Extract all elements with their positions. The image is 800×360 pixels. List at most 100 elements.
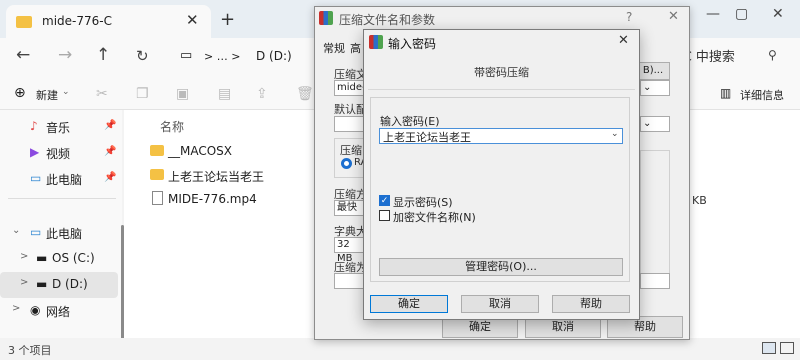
dictionary-select[interactable]: 32 MB: [334, 237, 366, 264]
item-count: 3 个项目: [8, 344, 52, 357]
size-unit: KB: [692, 194, 707, 207]
new-tab-icon[interactable]: +: [220, 9, 235, 30]
delete-icon[interactable]: 🗑: [296, 86, 314, 102]
details-icon[interactable]: ▥: [720, 86, 731, 100]
file-name: MIDE-776.mp4: [168, 192, 257, 206]
up-icon[interactable]: ↑: [96, 45, 110, 65]
tab-title: mide-776-C: [42, 14, 112, 28]
minimize-icon[interactable]: —: [706, 6, 720, 22]
folder-icon: [150, 169, 164, 180]
ok-button[interactable]: 确定: [370, 295, 448, 313]
split-input[interactable]: [334, 273, 366, 289]
sidebar-item-this-pc[interactable]: ⌄ ▭ 此电脑: [0, 220, 118, 246]
drive-icon: ▬: [36, 251, 48, 265]
address-bar[interactable]: ▭ > … > D (D:): [168, 44, 318, 72]
chevron-down-icon[interactable]: ⌄: [611, 129, 619, 139]
options-group: [640, 150, 670, 276]
sidebar-item-label: OS (C:): [52, 251, 95, 265]
pc-icon: ▭: [180, 48, 193, 63]
copy-icon[interactable]: ❐: [136, 86, 149, 102]
sidebar-item-music[interactable]: ♪ 音乐 📌: [0, 114, 118, 140]
column-header-name[interactable]: 名称: [160, 118, 184, 135]
rename-icon[interactable]: ▤: [218, 86, 231, 102]
status-bar: [0, 338, 800, 360]
method-select[interactable]: 最快: [334, 200, 366, 216]
close-icon[interactable]: ✕: [618, 33, 629, 48]
details-view-icon[interactable]: [762, 342, 776, 354]
format-label: 压缩: [340, 144, 362, 157]
chevron-right-icon[interactable]: >: [20, 277, 28, 288]
pin-icon: 📌: [104, 120, 117, 131]
chevron-down-icon[interactable]: ⌄: [12, 225, 20, 236]
list-item[interactable]: __MACOSX: [148, 140, 318, 164]
password-dialog-subtitle: 带密码压缩: [474, 66, 529, 79]
folder-icon: [16, 16, 32, 28]
share-icon[interactable]: ⇪: [256, 86, 268, 102]
sidebar-item-network[interactable]: > ◉ 网络: [0, 298, 118, 324]
sidebar-divider: [8, 198, 116, 199]
address-text: D (D:): [256, 49, 292, 63]
encrypt-names-checkbox[interactable]: [379, 210, 390, 221]
encrypt-names-label[interactable]: 加密文件名称(N): [393, 209, 476, 225]
password-dialog-title: 输入密码: [388, 37, 437, 51]
tab-general[interactable]: 常规: [323, 40, 345, 56]
music-icon: ♪: [30, 119, 38, 133]
new-button[interactable]: 新建: [36, 87, 58, 103]
search-icon[interactable]: ⚲: [768, 48, 777, 62]
winrar-icon: [319, 11, 333, 25]
network-icon: ◉: [30, 303, 41, 317]
sidebar-item-label: 此电脑: [46, 227, 83, 241]
browse-button[interactable]: B)...: [636, 62, 670, 80]
divider: [368, 89, 635, 90]
sidebar-item-videos[interactable]: ▶ 视频 📌: [0, 140, 118, 166]
pc-icon: ▭: [30, 225, 42, 239]
maximize-icon[interactable]: ▢: [735, 6, 748, 22]
pin-icon: 📌: [104, 172, 117, 183]
window-close-icon[interactable]: ✕: [772, 6, 784, 22]
cut-icon[interactable]: ✂: [96, 86, 108, 102]
tab-advanced[interactable]: 高: [350, 40, 361, 56]
forward-icon[interactable]: →: [58, 45, 72, 65]
sidebar-item-label: 此电脑: [46, 173, 83, 187]
back-icon[interactable]: ←: [16, 45, 30, 65]
help-icon[interactable]: ?: [626, 10, 632, 24]
tiles-view-icon[interactable]: [780, 342, 794, 354]
update-mode-select[interactable]: ⌄: [640, 80, 670, 96]
chevron-right-icon[interactable]: >: [12, 303, 20, 314]
paste-icon[interactable]: ▣: [176, 86, 189, 102]
update-select[interactable]: ⌄: [640, 116, 670, 132]
list-item[interactable]: MIDE-776.mp4: [148, 188, 318, 212]
explorer-tab[interactable]: mide-776-C ✕: [6, 5, 211, 38]
manage-passwords-button[interactable]: 管理密码(O)...: [379, 258, 623, 276]
video-icon: ▶: [30, 145, 40, 159]
address-path-icons: > … >: [204, 50, 241, 63]
password-value[interactable]: 上老王论坛当老王: [383, 129, 471, 145]
cancel-button[interactable]: 取消: [461, 295, 539, 313]
winrar-icon: [369, 35, 383, 49]
chevron-down-icon[interactable]: ⌄: [62, 87, 70, 97]
sidebar-item-this-pc-quick[interactable]: ▭ 此电脑 📌: [0, 166, 118, 192]
show-password-label[interactable]: 显示密码(S): [393, 194, 453, 210]
rar-radio[interactable]: [341, 158, 352, 169]
file-name: 上老王论坛当老王: [168, 170, 265, 184]
tab-close-icon[interactable]: ✕: [186, 11, 199, 29]
list-item[interactable]: 上老王论坛当老王: [148, 164, 318, 188]
close-icon[interactable]: ✕: [668, 9, 679, 24]
file-icon: [152, 191, 163, 205]
refresh-icon[interactable]: ↻: [136, 47, 149, 65]
pc-icon: ▭: [30, 171, 42, 185]
pin-icon: 📌: [104, 146, 117, 157]
help-button[interactable]: 帮助: [552, 295, 630, 313]
profile-button[interactable]: [334, 116, 364, 132]
details-button[interactable]: 详细信息: [740, 87, 784, 103]
archive-dialog-title: 压缩文件名和参数: [339, 13, 436, 27]
sidebar-item-label: 视频: [46, 147, 71, 161]
sidebar-item-d-drive[interactable]: > ▬ D (D:): [0, 272, 118, 298]
new-icon[interactable]: ⊕: [14, 85, 26, 101]
archive-name-input[interactable]: mide-: [334, 80, 366, 96]
sidebar-item-label: 音乐: [46, 121, 71, 135]
split-select[interactable]: [640, 273, 670, 289]
show-password-checkbox[interactable]: ✓: [379, 195, 390, 206]
chevron-right-icon[interactable]: >: [20, 251, 28, 262]
sidebar-item-os-c[interactable]: > ▬ OS (C:): [0, 246, 118, 272]
